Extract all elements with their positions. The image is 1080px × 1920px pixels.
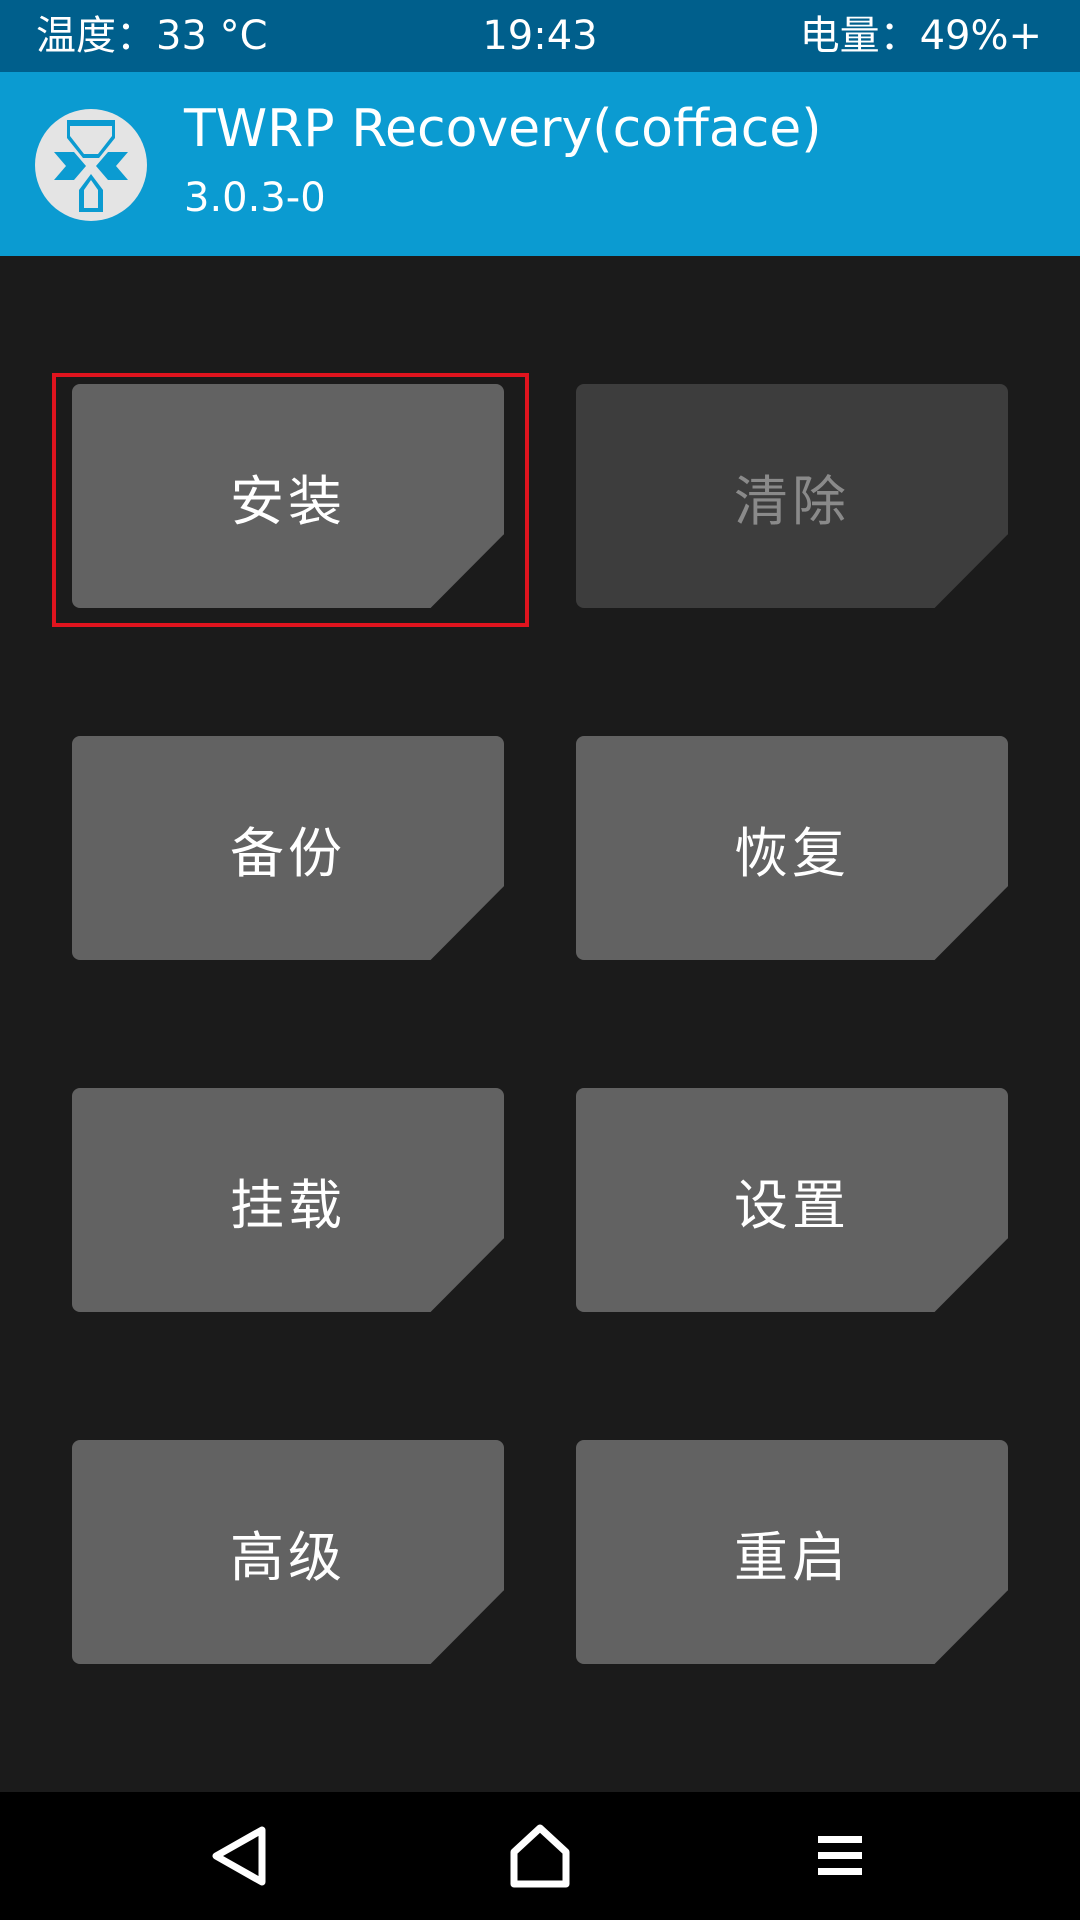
restore-button[interactable]: 恢复 — [576, 736, 1008, 960]
reboot-button[interactable]: 重启 — [576, 1440, 1008, 1664]
twrp-main-screen: 温度：33 °C 19:43 电量：49%+ TWRP Recovery(cof… — [0, 0, 1080, 1920]
advanced-button[interactable]: 高级 — [72, 1440, 504, 1664]
app-title: TWRP Recovery(cofface) — [184, 99, 822, 159]
wipe-button[interactable]: 清除 — [576, 384, 1008, 608]
backup-button[interactable]: 备份 — [72, 736, 504, 960]
battery-readout: 电量：49%+ — [799, 13, 1042, 59]
back-triangle-icon[interactable] — [200, 1816, 280, 1896]
menu-lines-icon[interactable] — [800, 1816, 880, 1896]
status-bar: 温度：33 °C 19:43 电量：49%+ — [0, 0, 1080, 72]
settings-button[interactable]: 设置 — [576, 1088, 1008, 1312]
twrp-logo-icon — [35, 109, 147, 221]
app-header: TWRP Recovery(cofface) 3.0.3-0 — [0, 72, 1080, 256]
app-version: 3.0.3-0 — [184, 175, 326, 221]
navigation-bar — [0, 1792, 1080, 1920]
install-button[interactable]: 安装 — [72, 384, 504, 608]
mount-button[interactable]: 挂载 — [72, 1088, 504, 1312]
home-icon[interactable] — [500, 1816, 580, 1896]
